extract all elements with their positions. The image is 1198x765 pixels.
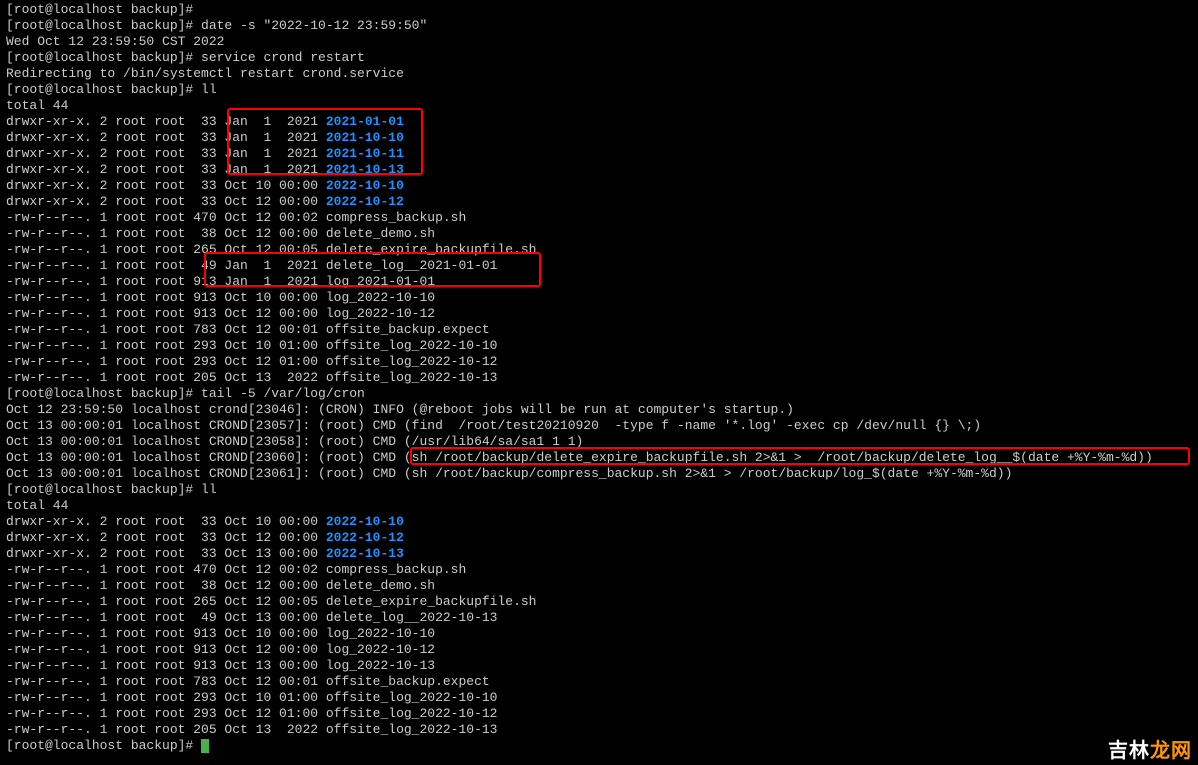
file-listing-row: drwxr-xr-x. 2 root root 33 Oct 12 00:00 …: [6, 530, 1192, 546]
file-listing-row: -rw-r--r--. 1 root root 293 Oct 10 01:00…: [6, 338, 1192, 354]
prompt-line: [root@localhost backup]# service crond r…: [6, 50, 1192, 66]
file-listing-row: -rw-r--r--. 1 root root 913 Oct 10 00:00…: [6, 290, 1192, 306]
file-listing-row: -rw-r--r--. 1 root root 49 Jan 1 2021 de…: [6, 258, 1192, 274]
terminal-line: total 44: [6, 98, 1192, 114]
file-listing-row: -rw-r--r--. 1 root root 913 Oct 12 00:00…: [6, 306, 1192, 322]
file-listing-row: drwxr-xr-x. 2 root root 33 Jan 1 2021 20…: [6, 162, 1192, 178]
prompt-line: [root@localhost backup]# date -s "2022-1…: [6, 18, 1192, 34]
file-listing-row: drwxr-xr-x. 2 root root 33 Jan 1 2021 20…: [6, 130, 1192, 146]
cron-log-line: Oct 13 00:00:01 localhost CROND[23057]: …: [6, 418, 1192, 434]
terminal-line: Redirecting to /bin/systemctl restart cr…: [6, 66, 1192, 82]
file-listing-row: -rw-r--r--. 1 root root 783 Oct 12 00:01…: [6, 674, 1192, 690]
cron-log-line: Oct 13 00:00:01 localhost CROND[23060]: …: [6, 450, 1192, 466]
file-listing-row: -rw-r--r--. 1 root root 913 Oct 10 00:00…: [6, 626, 1192, 642]
file-listing-row: -rw-r--r--. 1 root root 265 Oct 12 00:05…: [6, 594, 1192, 610]
file-listing-row: -rw-r--r--. 1 root root 913 Oct 13 00:00…: [6, 658, 1192, 674]
file-listing-row: drwxr-xr-x. 2 root root 33 Jan 1 2021 20…: [6, 114, 1192, 130]
file-listing-row: -rw-r--r--. 1 root root 38 Oct 12 00:00 …: [6, 226, 1192, 242]
file-listing-row: -rw-r--r--. 1 root root 38 Oct 12 00:00 …: [6, 578, 1192, 594]
file-listing-row: -rw-r--r--. 1 root root 470 Oct 12 00:02…: [6, 562, 1192, 578]
cron-log-line: Oct 13 00:00:01 localhost CROND[23061]: …: [6, 466, 1192, 482]
file-listing-row: drwxr-xr-x. 2 root root 33 Oct 12 00:00 …: [6, 194, 1192, 210]
prompt-line[interactable]: [root@localhost backup]#: [6, 738, 1192, 754]
file-listing-row: -rw-r--r--. 1 root root 293 Oct 12 01:00…: [6, 706, 1192, 722]
prompt-line: [root@localhost backup]# tail -5 /var/lo…: [6, 386, 1192, 402]
file-listing-row: drwxr-xr-x. 2 root root 33 Oct 10 00:00 …: [6, 514, 1192, 530]
cron-log-line: Oct 12 23:59:50 localhost crond[23046]: …: [6, 402, 1192, 418]
watermark-text-b: 龙网: [1150, 740, 1192, 762]
prompt-line: [root@localhost backup]# ll: [6, 482, 1192, 498]
cursor: [201, 739, 209, 753]
file-listing-row: -rw-r--r--. 1 root root 293 Oct 12 01:00…: [6, 354, 1192, 370]
file-listing-row: drwxr-xr-x. 2 root root 33 Oct 10 00:00 …: [6, 178, 1192, 194]
file-listing-row: -rw-r--r--. 1 root root 205 Oct 13 2022 …: [6, 370, 1192, 386]
file-listing-row: drwxr-xr-x. 2 root root 33 Oct 13 00:00 …: [6, 546, 1192, 562]
terminal-line: Wed Oct 12 23:59:50 CST 2022: [6, 34, 1192, 50]
prompt-line: [root@localhost backup]# ll: [6, 82, 1192, 98]
file-listing-row: -rw-r--r--. 1 root root 49 Oct 13 00:00 …: [6, 610, 1192, 626]
file-listing-row: -rw-r--r--. 1 root root 913 Oct 12 00:00…: [6, 642, 1192, 658]
watermark-text-a: 吉林: [1108, 740, 1150, 762]
cron-log-line: Oct 13 00:00:01 localhost CROND[23058]: …: [6, 434, 1192, 450]
watermark: 吉林龙网: [1108, 743, 1192, 759]
file-listing-row: -rw-r--r--. 1 root root 293 Oct 10 01:00…: [6, 690, 1192, 706]
file-listing-row: drwxr-xr-x. 2 root root 33 Jan 1 2021 20…: [6, 146, 1192, 162]
file-listing-row: -rw-r--r--. 1 root root 783 Oct 12 00:01…: [6, 322, 1192, 338]
file-listing-row: -rw-r--r--. 1 root root 265 Oct 12 00:05…: [6, 242, 1192, 258]
terminal-output[interactable]: [root@localhost backup]# [root@localhost…: [0, 0, 1198, 756]
terminal-line: total 44: [6, 498, 1192, 514]
file-listing-row: -rw-r--r--. 1 root root 205 Oct 13 2022 …: [6, 722, 1192, 738]
prompt-line: [root@localhost backup]#: [6, 2, 1192, 18]
file-listing-row: -rw-r--r--. 1 root root 470 Oct 12 00:02…: [6, 210, 1192, 226]
file-listing-row: -rw-r--r--. 1 root root 913 Jan 1 2021 l…: [6, 274, 1192, 290]
